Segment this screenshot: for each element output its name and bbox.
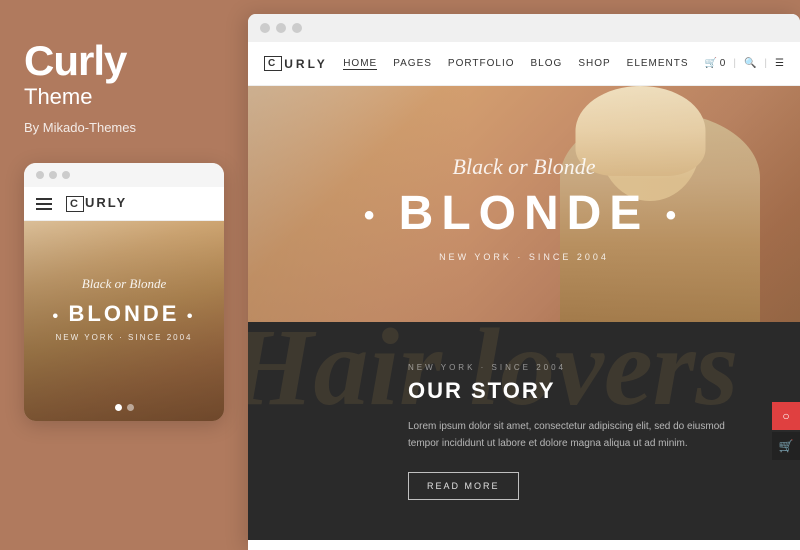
left-panel: Curly Theme By Mikado-Themes CURLY Black… [0,0,248,550]
desktop-logo-text: URLY [284,57,328,71]
desktop-top-bar [248,14,800,42]
desktop-nav-links: HOME PAGES PORTFOLIO BLOG SHOP ELEMENTS [343,58,688,70]
nav-link-portfolio[interactable]: PORTFOLIO [448,58,515,70]
search-icon[interactable]: 🔍 [744,58,756,69]
mobile-dot-3 [62,171,70,179]
desktop-story-section: Hair lovers NEW YORK · SINCE 2004 OUR ST… [248,322,800,540]
nav-link-shop[interactable]: SHOP [578,58,610,70]
story-content: NEW YORK · SINCE 2004 OUR STORY Lorem ip… [248,322,780,540]
mobile-dot-1 [36,171,44,179]
brand-subtitle: Theme [24,84,224,110]
read-more-button[interactable]: READ MORE [408,472,519,500]
mobile-hero-main: BLONDE [24,301,224,327]
nav-link-pages[interactable]: PAGES [393,58,432,70]
desktop-dot-2 [276,23,286,33]
desktop-logo-box: C [264,56,282,71]
mobile-hero-script: Black or Blonde [24,276,224,292]
desktop-mockup: C URLY HOME PAGES PORTFOLIO BLOG SHOP EL… [248,14,800,550]
hero-script-text: Black or Blonde [248,154,800,180]
brand-title: Curly [24,40,224,82]
nav-link-blog[interactable]: BLOG [531,58,563,70]
brand-by: By Mikado-Themes [24,120,224,135]
hamburger-icon[interactable] [36,198,52,210]
mobile-dot-nav-1[interactable] [115,404,122,411]
desktop-nav: C URLY HOME PAGES PORTFOLIO BLOG SHOP EL… [248,42,800,86]
nav-link-elements[interactable]: ELEMENTS [627,58,689,70]
story-location: NEW YORK · SINCE 2004 [408,363,748,372]
hero-main-text: BLONDE [248,186,800,241]
mobile-hero: Black or Blonde BLONDE NEW YORK · SINCE … [24,221,224,421]
mobile-pagination-dots [24,404,224,411]
desktop-logo: C URLY [264,56,328,71]
nav-link-home[interactable]: HOME [343,58,377,70]
story-title: OUR STORY [408,378,748,404]
mobile-mockup: CURLY Black or Blonde BLONDE NEW YORK · … [24,163,224,421]
mobile-top-bar [24,163,224,187]
hero-sub-text: NEW YORK · SINCE 2004 [248,252,800,262]
mobile-hero-sub: NEW YORK · SINCE 2004 [24,333,224,342]
mobile-dot-2 [49,171,57,179]
mobile-logo-text: URLY [85,195,127,210]
mobile-logo: CURLY [66,195,127,212]
cart-icon[interactable]: 🛒 0 [705,58,726,69]
desktop-hero: Black or Blonde BLONDE NEW YORK · SINCE … [248,86,800,322]
desktop-dot-3 [292,23,302,33]
mobile-logo-box: C [66,196,84,212]
story-body-text: Lorem ipsum dolor sit amet, consectetur … [408,418,748,452]
mobile-nav: CURLY [24,187,224,221]
menu-icon[interactable]: ☰ [775,58,784,69]
mobile-dot-nav-2[interactable] [127,404,134,411]
desktop-dot-1 [260,23,270,33]
desktop-nav-icons: 🛒 0 | 🔍 | ☰ [705,58,784,69]
